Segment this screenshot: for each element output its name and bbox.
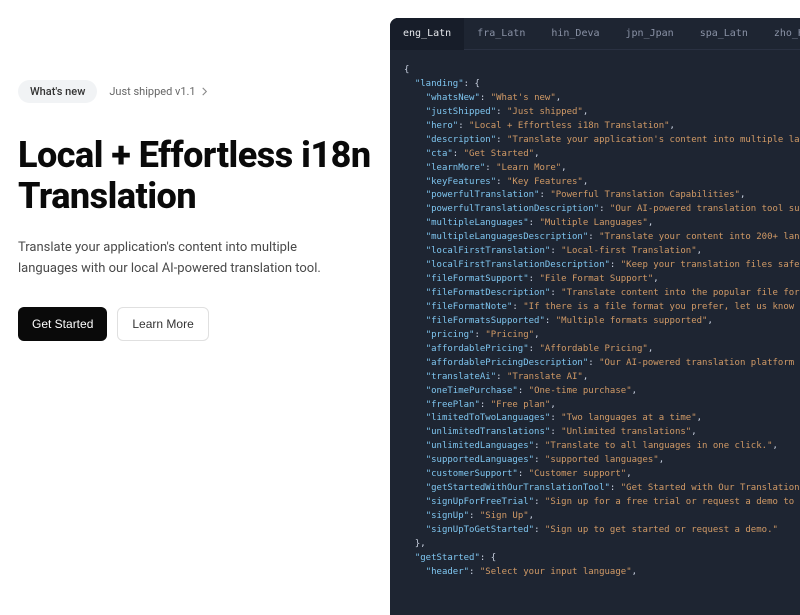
just-shipped-label: Just shipped v1.1 [109,85,195,98]
chevron-right-icon [200,87,209,96]
just-shipped-link[interactable]: Just shipped v1.1 [109,85,208,98]
get-started-button[interactable]: Get Started [18,307,107,341]
tab-fra-latn[interactable]: fra_Latn [464,18,538,49]
json-code-block: { "landing": { "whatsNew": "What's new",… [390,50,800,615]
tab-eng-latn[interactable]: eng_Latn [390,18,464,50]
learn-more-button[interactable]: Learn More [117,307,208,341]
tab-spa-latn[interactable]: spa_Latn [687,18,761,49]
tab-hin-deva[interactable]: hin_Deva [538,18,612,49]
whats-new-badge[interactable]: What's new [18,80,97,103]
page-description: Translate your application's content int… [18,238,358,280]
tab-zho-hans[interactable]: zho_Hans [761,18,800,49]
page-title: Local + Effortless i18n Translation [18,135,372,218]
tab-jpn-jpan[interactable]: jpn_Jpan [613,18,687,49]
language-tabs: eng_Latn fra_Latn hin_Deva jpn_Jpan spa_… [390,18,800,50]
code-panel: eng_Latn fra_Latn hin_Deva jpn_Jpan spa_… [390,18,800,615]
